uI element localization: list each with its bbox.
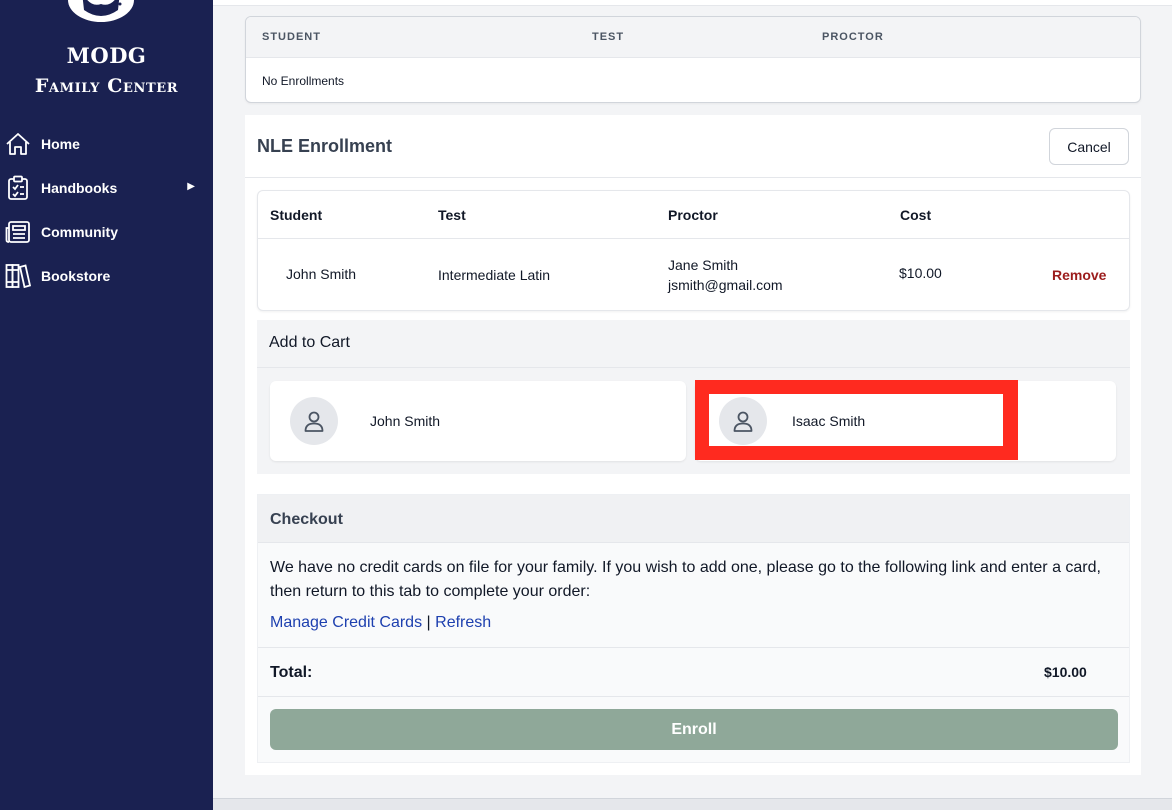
sidebar-item-handbooks[interactable]: Handbooks ▶: [0, 166, 213, 210]
add-to-cart-title: Add to Cart: [269, 334, 350, 351]
student-card-isaac-smith[interactable]: Isaac Smith: [695, 381, 1116, 461]
cell-proctor-email: jsmith@gmail.com: [668, 277, 783, 293]
newspaper-icon: [4, 218, 32, 246]
column-header-proctor: PROCTOR: [822, 31, 884, 43]
panel-title: NLE Enrollment: [257, 136, 393, 156]
sidebar-nav: Home Handbooks ▶ Community Bookstore: [0, 122, 213, 298]
caret-right-icon: ▶: [187, 181, 195, 192]
sidebar: MODG Family Center Home Handbooks ▶ Comm…: [0, 0, 213, 810]
sidebar-item-bookstore[interactable]: Bookstore: [0, 254, 213, 298]
manage-credit-cards-link[interactable]: Manage Credit Cards: [270, 614, 422, 631]
checkout-section: Checkout We have no credit cards on file…: [257, 494, 1130, 763]
cart-items-table: Student Test Proctor Cost John Smith Int…: [257, 190, 1130, 311]
sidebar-item-label: Handbooks: [41, 180, 118, 196]
main-content: STUDENT TEST PROCTOR No Enrollments NLE …: [213, 0, 1172, 810]
checkout-header: Checkout: [258, 495, 1129, 543]
cell-proctor-name: Jane Smith: [668, 257, 739, 273]
column-header-cost: Cost: [900, 207, 932, 223]
logo-emblem-icon: [68, 0, 134, 22]
clipboard-icon: [4, 174, 32, 202]
refresh-link[interactable]: Refresh: [435, 614, 491, 631]
checkout-message: We have no credit cards on file for your…: [270, 559, 1101, 600]
column-header-test: TEST: [592, 31, 625, 43]
enrollments-table-body: No Enrollments: [246, 58, 1140, 102]
avatar: [290, 397, 338, 445]
nle-enrollment-panel: NLE Enrollment Cancel Student Test Proct…: [245, 115, 1141, 775]
student-card-john-smith[interactable]: John Smith: [270, 381, 686, 461]
column-header-proctor: Proctor: [668, 207, 718, 223]
cart-table-header: Student Test Proctor Cost: [258, 191, 1129, 239]
link-separator: |: [426, 614, 431, 631]
sidebar-item-label: Community: [41, 224, 118, 240]
checkout-title: Checkout: [270, 511, 343, 528]
sidebar-item-home[interactable]: Home: [0, 122, 213, 166]
divider: [258, 696, 1129, 697]
user-icon: [304, 411, 324, 432]
sidebar-item-label: Home: [41, 136, 80, 152]
checkout-links: Manage Credit Cards | Refresh: [270, 614, 491, 632]
home-icon: [4, 130, 32, 158]
cell-cost: $10.00: [899, 265, 942, 281]
cancel-button[interactable]: Cancel: [1049, 128, 1129, 165]
divider: [257, 367, 1130, 368]
enrollments-table-header: STUDENT TEST PROCTOR: [246, 17, 1140, 58]
sidebar-item-community[interactable]: Community: [0, 210, 213, 254]
total-label: Total:: [270, 664, 313, 681]
brand-line1: MODG: [66, 43, 147, 68]
brand-name: MODG Family Center: [0, 42, 213, 102]
bottom-strip: [213, 798, 1172, 810]
add-to-cart-section: Add to Cart John Smith Isaac Smith: [257, 320, 1130, 474]
avatar: [719, 397, 767, 445]
panel-header: NLE Enrollment Cancel: [245, 115, 1141, 178]
divider: [258, 647, 1129, 648]
student-name: Isaac Smith: [792, 413, 866, 429]
enrollments-table: STUDENT TEST PROCTOR No Enrollments: [245, 16, 1141, 103]
table-row: John Smith Intermediate Latin Jane Smith…: [258, 239, 1129, 311]
student-name: John Smith: [370, 413, 441, 429]
enroll-button[interactable]: Enroll: [270, 709, 1118, 750]
remove-link[interactable]: Remove: [1052, 267, 1106, 283]
column-header-test: Test: [438, 207, 466, 223]
empty-state-text: No Enrollments: [262, 74, 345, 88]
brand-line2: Family Center: [34, 75, 179, 97]
sidebar-item-label: Bookstore: [41, 268, 111, 284]
column-header-student: Student: [270, 207, 323, 223]
total-value: $10.00: [1044, 664, 1087, 680]
books-icon: [4, 262, 32, 290]
user-icon: [733, 411, 753, 432]
column-header-student: STUDENT: [262, 31, 321, 43]
cell-test: Intermediate Latin: [438, 267, 551, 283]
top-strip: [213, 0, 1172, 6]
cell-student: John Smith: [286, 266, 357, 282]
